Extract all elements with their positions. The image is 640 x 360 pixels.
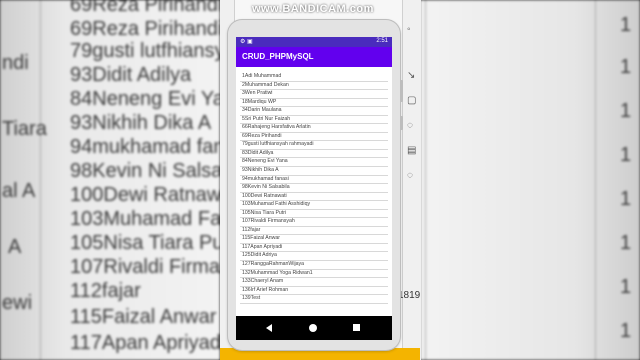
tool-icon[interactable]: ▤: [407, 145, 416, 156]
background-text: 69Reza Pirihandi: [70, 0, 220, 16]
list-item[interactable]: 98Kevin Ni Salsabila: [240, 184, 388, 193]
background-text: 98Kevin Ni Salsabil: [70, 160, 220, 182]
background-text: 100Dewi Ratnawati: [70, 184, 220, 206]
background-text: 1: [620, 320, 632, 342]
list-item[interactable]: 136Irf Arief Rohman: [240, 287, 388, 296]
background-text: 115Faizal Anwar: [70, 306, 217, 328]
phone-emulator: ⚙ ▣ 2:51 CRUD_PHPMySQL 1Adi Muhammad 2Muh…: [228, 20, 403, 350]
list-item[interactable]: 103Muhamad Fathi Asshidiqy: [240, 201, 388, 210]
back-icon[interactable]: [266, 324, 272, 332]
background-text: 1: [620, 100, 632, 122]
list-item[interactable]: 79gusti lutfhiansyah rahmayadi: [240, 141, 388, 150]
list-item[interactable]: 115Faizal Anwar: [240, 235, 388, 244]
list-item[interactable]: 93Nikhih Dika A: [240, 167, 388, 176]
list-item[interactable]: 133Chaeryl Anam: [240, 278, 388, 287]
background-text: 79gusti lutfhiansyah: [70, 40, 220, 62]
status-bar: ⚙ ▣ 2:51: [236, 37, 392, 47]
tool-icon[interactable]: ◦: [407, 24, 411, 35]
ide-right-toolbar: ◦ ↘ ▢ ◌ ▤ ◌: [402, 0, 421, 360]
background-text: 1: [620, 56, 632, 78]
background-text: Tiara: [2, 118, 47, 140]
list-item[interactable]: 2Muhammad Dekan: [240, 82, 388, 91]
background-text: ewi: [2, 292, 33, 314]
background-left-panel: 69Reza Pirihandi 69Reza Pirihandi 79gust…: [0, 0, 220, 360]
list-item[interactable]: 139Test: [240, 295, 388, 304]
list-item[interactable]: 5Sri Putri Nur Faizah: [240, 116, 388, 125]
status-icons: ⚙ ▣: [240, 39, 253, 45]
tool-icon[interactable]: ↘: [407, 70, 415, 81]
recents-icon[interactable]: [353, 324, 360, 331]
tool-icon[interactable]: ◌: [407, 170, 413, 181]
list-item[interactable]: 1Adi Muhammad: [240, 73, 388, 82]
volume-button[interactable]: [400, 80, 403, 102]
background-text: 1: [620, 144, 632, 166]
navigation-bar: [236, 316, 392, 340]
list-item[interactable]: 117Apan Apriyadi: [240, 244, 388, 253]
app-bar: CRUD_PHPMySQL: [236, 47, 392, 67]
app-title: CRUD_PHPMySQL: [242, 52, 314, 61]
list-item[interactable]: 107Rivaldi Firmansyah: [240, 218, 388, 227]
background-text: 117Apan Apriyadi: [70, 332, 220, 354]
background-text: 1: [620, 232, 632, 254]
background-divider: [425, 0, 426, 360]
background-text: 1: [620, 188, 632, 210]
background-divider: [40, 0, 41, 360]
list-item[interactable]: 112fajar: [240, 227, 388, 236]
background-text: al A: [2, 180, 36, 202]
list-item[interactable]: 83Dldit Adilya: [240, 150, 388, 159]
background-text: 84Neneng Evi Yana: [70, 88, 220, 110]
bandicam-watermark: www.BANDICAM.com: [252, 3, 374, 15]
list-item[interactable]: 105Nisa Tiara Putri: [240, 210, 388, 219]
list-item[interactable]: 66Rahajeng Harsfativa Arlatin: [240, 124, 388, 133]
background-text: ndi: [2, 52, 29, 74]
power-button[interactable]: [400, 116, 403, 130]
list-item[interactable]: 18Mardiqu WP: [240, 99, 388, 108]
data-list[interactable]: 1Adi Muhammad 2Muhammad Dekan 3Wen Pratiwi…: [240, 73, 388, 304]
phone-screen: ⚙ ▣ 2:51 CRUD_PHPMySQL 1Adi Muhammad 2Muh…: [236, 37, 392, 340]
list-item[interactable]: 3Wen Pratiwi: [240, 90, 388, 99]
list-item[interactable]: 125Didit Adriya: [240, 252, 388, 262]
background-text: 107Rivaldi Firman: [70, 256, 220, 278]
tool-icon[interactable]: ▢: [407, 95, 416, 106]
status-time: 2:51: [376, 38, 388, 44]
list-item[interactable]: 100Dewi Ratnawati: [240, 193, 388, 202]
background-text: 103Muhamad Fathi As: [70, 208, 220, 230]
home-icon[interactable]: [309, 324, 317, 332]
list-item[interactable]: 127RanggaRahmanWijaya: [240, 261, 388, 270]
background-text: 93Nikhih Dika A: [70, 112, 212, 134]
list-item[interactable]: 69Reza Pirihandi: [240, 133, 388, 142]
background-text: 1: [620, 276, 632, 298]
tool-icon[interactable]: ◌: [407, 120, 413, 131]
background-text: 69Reza Pirihandi: [70, 18, 220, 40]
background-text: 105Nisa Tiara Putri: [70, 232, 220, 254]
background-right-panel: 1 1 1 1 1 1 1 1: [420, 0, 640, 360]
line-number: 1819: [398, 290, 421, 301]
list-item[interactable]: 94mukhamad fanasi: [240, 176, 388, 185]
background-text: A: [8, 236, 22, 258]
list-item[interactable]: 84Neneng Evi Yana: [240, 158, 388, 168]
list-item[interactable]: 132Muhammad Yoga Ridwan1: [240, 270, 388, 279]
list-item[interactable]: 34Darin Maulana: [240, 107, 388, 116]
background-text: 93Didit Adilya: [70, 64, 192, 86]
background-text: 94mukhamad fanasi: [70, 136, 220, 158]
background-text: 112fajar: [70, 280, 141, 302]
background-divider: [595, 0, 596, 360]
background-text: 1: [620, 14, 632, 36]
